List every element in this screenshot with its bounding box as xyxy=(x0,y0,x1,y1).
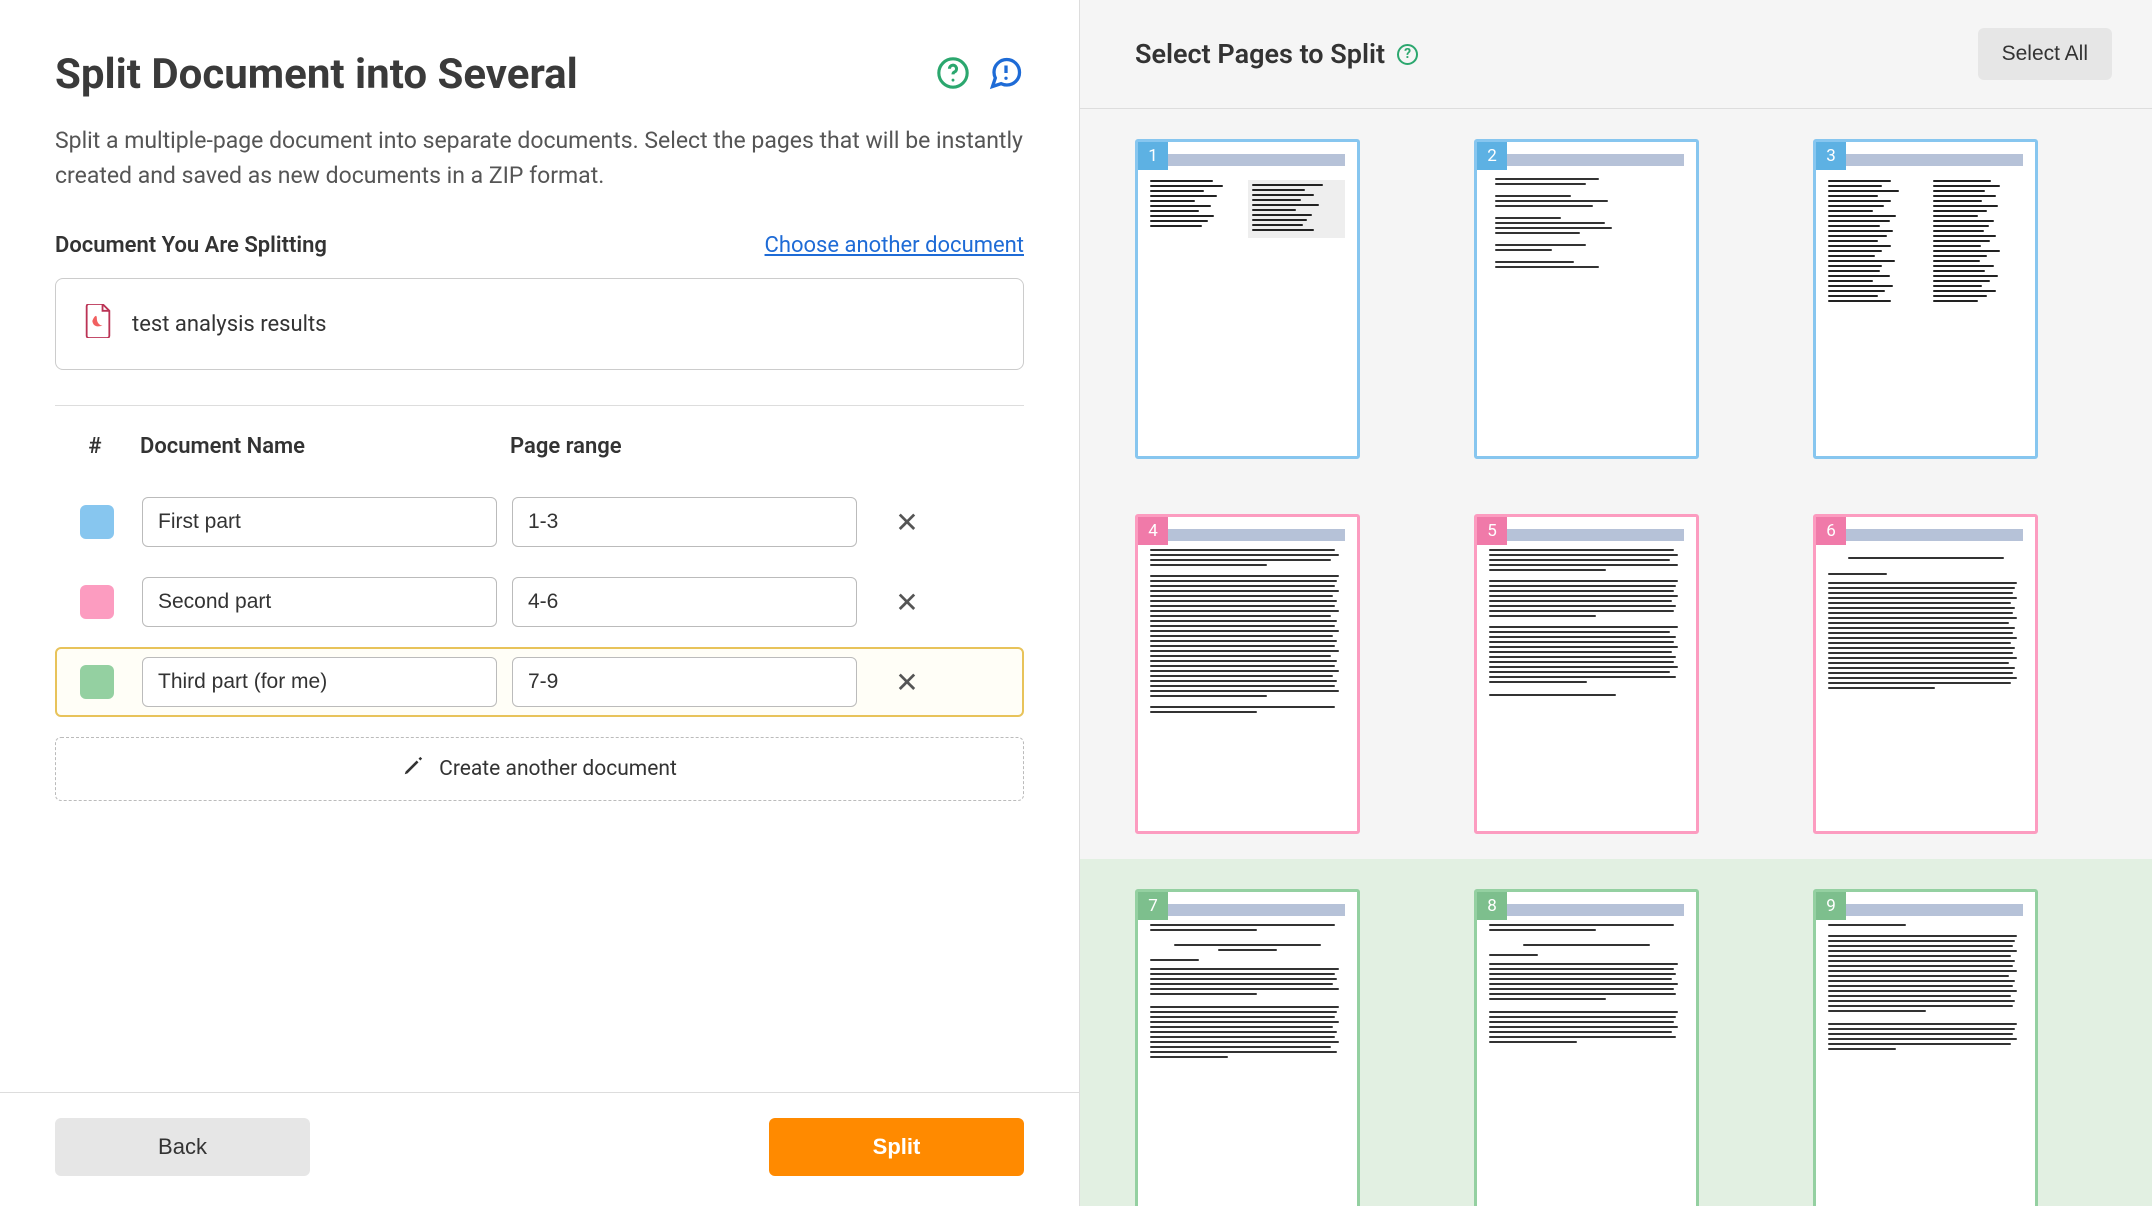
page-range-input[interactable] xyxy=(512,497,857,547)
page-thumbnail[interactable]: 8 xyxy=(1474,889,1699,1206)
split-row: ✕ xyxy=(55,647,1024,717)
thumbnail-grid: 1 2 xyxy=(1080,109,2152,1206)
page-number-badge: 8 xyxy=(1477,892,1507,920)
page-range-input[interactable] xyxy=(512,577,857,627)
color-swatch[interactable] xyxy=(80,505,114,539)
left-panel: Split Document into Several Split a mult… xyxy=(0,0,1080,1206)
doc-name-input[interactable] xyxy=(142,497,497,547)
right-panel: Select Pages to Split ? Select All 1 xyxy=(1080,0,2152,1206)
color-swatch[interactable] xyxy=(80,585,114,619)
choose-another-link[interactable]: Choose another document xyxy=(765,233,1024,258)
page-thumbnail[interactable]: 5 xyxy=(1474,514,1699,834)
page-number-badge: 2 xyxy=(1477,142,1507,170)
split-row: ✕ xyxy=(55,487,1024,557)
page-title: Split Document into Several xyxy=(55,50,578,99)
create-another-button[interactable]: Create another document xyxy=(55,737,1024,801)
current-document-card: test analysis results xyxy=(55,278,1024,370)
page-thumbnail[interactable]: 1 xyxy=(1135,139,1360,459)
split-button[interactable]: Split xyxy=(769,1118,1024,1176)
page-thumbnail[interactable]: 4 xyxy=(1135,514,1360,834)
page-number-badge: 3 xyxy=(1816,142,1846,170)
current-document-name: test analysis results xyxy=(132,312,327,337)
remove-row-icon[interactable]: ✕ xyxy=(872,506,942,539)
page-number-badge: 1 xyxy=(1138,142,1168,170)
page-number-badge: 6 xyxy=(1816,517,1846,545)
doc-label: Document You Are Splitting xyxy=(55,233,327,258)
help-icon[interactable]: ? xyxy=(1397,44,1418,65)
split-table-header: # Document Name Page range xyxy=(55,426,1024,467)
color-swatch[interactable] xyxy=(80,665,114,699)
page-thumbnail[interactable]: 9 xyxy=(1813,889,2038,1206)
help-icon[interactable] xyxy=(936,56,970,94)
feedback-icon[interactable] xyxy=(988,55,1024,95)
page-thumbnail[interactable]: 6 xyxy=(1813,514,2038,834)
remove-row-icon[interactable]: ✕ xyxy=(872,666,942,699)
create-another-label: Create another document xyxy=(439,757,677,781)
page-thumbnail[interactable]: 2 xyxy=(1474,139,1699,459)
back-button[interactable]: Back xyxy=(55,1118,310,1176)
page-range-input[interactable] xyxy=(512,657,857,707)
pdf-icon xyxy=(84,304,112,344)
select-all-button[interactable]: Select All xyxy=(1978,28,2112,80)
page-description: Split a multiple-page document into sepa… xyxy=(55,124,1024,193)
col-range: Page range xyxy=(510,434,855,459)
doc-name-input[interactable] xyxy=(142,657,497,707)
page-number-badge: 4 xyxy=(1138,517,1168,545)
page-number-badge: 9 xyxy=(1816,892,1846,920)
split-row: ✕ xyxy=(55,567,1024,637)
right-title: Select Pages to Split xyxy=(1135,38,1385,70)
col-name: Document Name xyxy=(140,434,495,459)
page-thumbnail[interactable]: 7 xyxy=(1135,889,1360,1206)
col-number: # xyxy=(65,434,125,459)
remove-row-icon[interactable]: ✕ xyxy=(872,586,942,619)
page-number-badge: 7 xyxy=(1138,892,1168,920)
doc-name-input[interactable] xyxy=(142,577,497,627)
page-number-badge: 5 xyxy=(1477,517,1507,545)
pen-icon xyxy=(402,755,424,783)
page-thumbnail[interactable]: 3 xyxy=(1813,139,2038,459)
